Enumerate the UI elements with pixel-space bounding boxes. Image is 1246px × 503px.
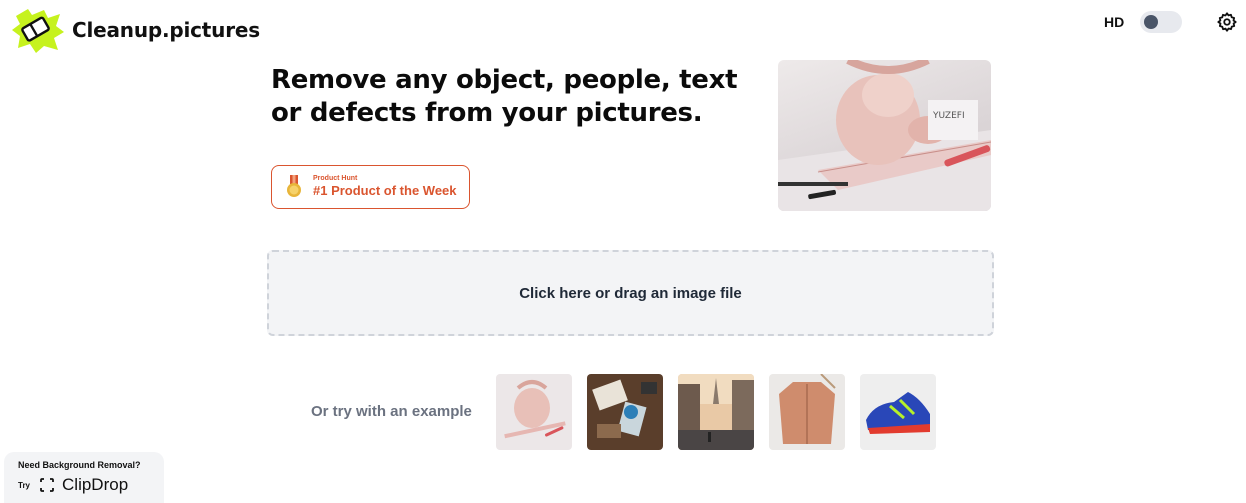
- svg-text:YUZEFI: YUZEFI: [932, 111, 965, 121]
- badge-small-text: Product Hunt: [313, 174, 358, 182]
- clipdrop-brand: ClipDrop: [62, 475, 129, 494]
- example-thumbnail-handbag[interactable]: [496, 374, 572, 450]
- badge-text: Product Hunt #1 Product of the Week: [313, 174, 457, 198]
- clipdrop-row: Try ClipDrop: [18, 475, 164, 495]
- hero-image: YUZEFI: [778, 60, 991, 211]
- eraser-icon: [12, 9, 64, 53]
- logo[interactable]: Cleanup.pictures: [10, 6, 260, 54]
- clipdrop-try-text: Try: [18, 480, 31, 490]
- example-thumbnail-desk-items[interactable]: [587, 374, 663, 450]
- product-hunt-badge[interactable]: Product Hunt #1 Product of the Week: [271, 165, 470, 209]
- badge-big-text: #1 Product of the Week: [313, 182, 457, 198]
- examples-label: Or try with an example: [311, 403, 472, 420]
- clipdrop-promo[interactable]: Need Background Removal? Try ClipDrop: [4, 452, 164, 503]
- gear-icon[interactable]: [1216, 11, 1238, 33]
- page-title: Remove any object, people, text or defec…: [271, 65, 738, 128]
- medal-icon: [287, 175, 301, 197]
- example-thumbnail-city-street[interactable]: [678, 374, 754, 450]
- logo-text: Cleanup.pictures: [72, 18, 260, 42]
- hd-label: HD: [1104, 14, 1125, 30]
- dropzone-label: Click here or drag an image file: [519, 284, 742, 302]
- example-thumbnail-sneaker[interactable]: [860, 374, 936, 450]
- clipdrop-need-text: Need Background Removal?: [18, 460, 141, 470]
- clipdrop-icon: [40, 478, 54, 492]
- example-thumbnail-jacket[interactable]: [769, 374, 845, 450]
- upload-dropzone[interactable]: Click here or drag an image file: [267, 250, 994, 336]
- toggle-knob: [1144, 15, 1158, 29]
- hd-toggle[interactable]: [1140, 11, 1182, 33]
